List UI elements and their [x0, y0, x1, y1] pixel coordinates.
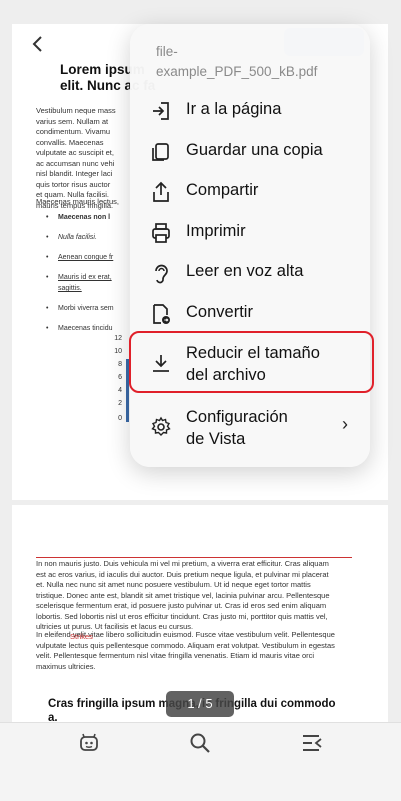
printer-icon — [150, 222, 172, 244]
chart-tick-label: 0 — [118, 415, 122, 422]
annotation-text: Strikes — [70, 632, 93, 641]
menu-item-share[interactable]: Compartir — [130, 171, 370, 211]
copy-icon — [150, 141, 172, 163]
back-button[interactable] — [28, 34, 48, 54]
share-icon — [150, 181, 172, 203]
chevron-left-icon — [32, 36, 42, 52]
annotation-underline — [36, 557, 352, 558]
menu-item-label: Imprimir — [186, 222, 246, 240]
menu-item-go-to-page[interactable]: Ir a la página — [130, 90, 370, 130]
chevron-right-icon: › — [342, 414, 348, 434]
menu-item-view-settings[interactable]: Configuración de Vista › — [130, 402, 370, 452]
ear-icon — [150, 262, 172, 284]
more-options-menu: file- example_PDF_500_kB.pdf Ir a la pág… — [130, 24, 370, 467]
menu-item-label: Convertir — [186, 303, 253, 321]
menu-item-label: Compartir — [186, 181, 259, 199]
page-indicator: 1 / 5 — [166, 691, 234, 717]
convert-icon — [150, 303, 172, 325]
menu-item-label: Guardar una copia — [186, 141, 323, 159]
chart-tick-label: 10 — [114, 348, 122, 355]
menu-item-print[interactable]: Imprimir — [130, 212, 370, 252]
bottom-toolbar — [0, 722, 401, 801]
go-to-page-icon — [150, 100, 172, 122]
search-icon[interactable] — [188, 731, 212, 755]
menu-item-label: Configuración de Vista — [186, 408, 288, 448]
page2-paragraph-1: In non mauris justo. Duis vehicula mi ve… — [36, 559, 330, 631]
chart-tick-label: 8 — [118, 361, 122, 368]
chart-tick-label: 12 — [114, 335, 122, 342]
menu-item-label: Leer en voz alta — [186, 262, 304, 280]
highlight-box — [129, 331, 374, 393]
gear-icon — [150, 416, 172, 438]
menu-item-read-aloud[interactable]: Leer en voz alta — [130, 252, 370, 292]
assistant-icon[interactable] — [77, 731, 101, 755]
menu-item-save-copy[interactable]: Guardar una copia — [130, 131, 370, 171]
outline-menu-icon[interactable] — [300, 731, 324, 755]
menu-item-label: Ir a la página — [186, 100, 282, 118]
chart-tick-label: 2 — [118, 400, 122, 407]
chart-tick-label: 4 — [118, 387, 122, 394]
pdf-viewer-screen: Lorem ipsum elit. Nunc ac fa Vestibulum … — [0, 0, 401, 801]
menu-file-name: file- example_PDF_500_kB.pdf — [156, 44, 318, 79]
chart-tick-label: 6 — [118, 374, 122, 381]
menu-item-convert[interactable]: Convertir — [130, 293, 370, 333]
